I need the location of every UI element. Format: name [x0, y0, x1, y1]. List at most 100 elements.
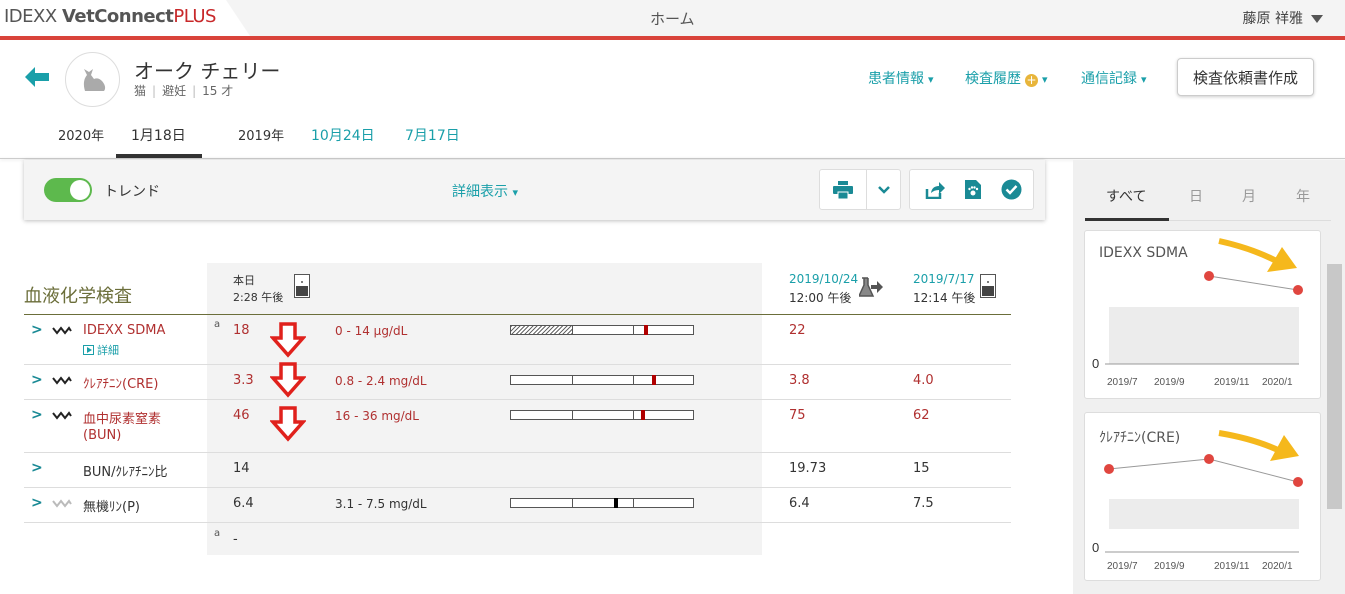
trend-toggle[interactable]	[44, 178, 92, 202]
comms-menu[interactable]: 通信記録 ▾	[1081, 68, 1147, 88]
col2-value: 3.8	[789, 373, 810, 388]
col2-value: 22	[789, 323, 806, 338]
down-arrow-annotation	[270, 406, 306, 442]
detail-link-label: 詳細	[97, 344, 119, 357]
trend-wave-icon[interactable]	[52, 411, 72, 420]
x-tick-label: 2020/1	[1262, 377, 1293, 388]
range-bar	[510, 325, 694, 335]
test-name: BUN/ｸﾚｱﾁﾆﾝ比	[83, 465, 168, 480]
comms-label: 通信記録	[1081, 71, 1137, 87]
x-tick-label: 2019/11	[1214, 377, 1250, 388]
col3-date[interactable]: 2019/7/17	[913, 272, 975, 286]
tab-year[interactable]: 年	[1296, 186, 1310, 206]
detail-view-dropdown[interactable]: 詳細表示 ▾	[452, 181, 518, 201]
col2-value: 19.73	[789, 461, 827, 476]
today-value: 46	[233, 408, 250, 423]
x-tick-label: 2019/11	[1214, 561, 1250, 572]
patient-name: オーク チェリー	[134, 59, 281, 83]
paw-document-icon[interactable]	[954, 169, 992, 210]
trend-wave-icon[interactable]	[52, 499, 72, 508]
sdma-sparkline: 0 2019/7 2019/9 2019/11 2020/1	[1092, 238, 1303, 388]
trend-label: トレンド	[104, 184, 160, 200]
reference-range: 0.8 - 2.4 mg/dL	[335, 374, 427, 388]
patient-info-menu[interactable]: 患者情報 ▾	[868, 68, 934, 88]
check-circle-icon[interactable]	[992, 169, 1030, 210]
x-tick-label: 2019/7	[1107, 377, 1138, 388]
row-divider	[24, 487, 1011, 488]
year-2019-label: 2019年	[238, 129, 285, 144]
col-today-time: 2:28 午後	[233, 291, 284, 304]
share-icon[interactable]	[916, 169, 954, 210]
footnote-marker: a	[214, 528, 221, 539]
history-label: 検査履歴	[965, 71, 1021, 87]
reference-range: 16 - 36 mg/dL	[335, 409, 419, 423]
history-menu[interactable]: 検査履歴 + ▾	[965, 68, 1048, 88]
tab-jan18[interactable]: 1月18日	[131, 125, 186, 145]
normal-range-band	[1109, 307, 1299, 364]
tab-all[interactable]: すべて	[1106, 186, 1146, 206]
chevron-down-icon[interactable]	[866, 169, 900, 210]
separator: |	[152, 84, 157, 98]
value-marker	[644, 325, 648, 335]
range-tick	[572, 376, 573, 384]
col-today-label: 本日	[233, 274, 255, 287]
scrollbar-thumb[interactable]	[1327, 264, 1342, 509]
down-arrow-annotation	[270, 362, 306, 398]
logo[interactable]: IDEXX VetConnectPLUS	[4, 6, 216, 27]
col3-value: 15	[913, 461, 930, 476]
range-hatch	[511, 326, 572, 334]
col2-date[interactable]: 2019/10/24	[789, 272, 858, 286]
today-value: 14	[233, 461, 250, 476]
chevron-right-icon[interactable]: >	[31, 460, 43, 476]
detail-link[interactable]: 詳細	[83, 342, 119, 358]
user-name: 藤原 祥雅	[1242, 11, 1303, 27]
patient-status: 避妊	[162, 84, 187, 98]
trend-card-cre[interactable]: ｸﾚｱﾁﾆﾝ(CRE) 0 2019/7 2019/9 2019/11 2020…	[1084, 412, 1321, 581]
reference-range: 3.1 - 7.5 mg/dL	[335, 497, 427, 511]
chevron-down-icon: ▾	[928, 73, 934, 86]
range-tick	[633, 376, 634, 384]
tab-jul17[interactable]: 7月17日	[405, 125, 460, 145]
trend-card-sdma[interactable]: IDEXX SDMA 0 2019/7 2019/9 2019/11 2020/…	[1084, 230, 1321, 399]
chevron-right-icon[interactable]: >	[31, 407, 43, 423]
trend-line	[1208, 275, 1299, 291]
annotation-arrow	[1218, 430, 1282, 454]
analyzer-icon	[294, 274, 310, 302]
patient-species: 猫	[134, 84, 147, 98]
value-marker	[614, 498, 618, 508]
user-menu[interactable]: 藤原 祥雅	[1243, 8, 1323, 28]
x-tick-label: 2020/1	[1262, 561, 1293, 572]
trend-wave-icon[interactable]	[52, 376, 72, 385]
patient-info: 猫 | 避妊 | 15 才	[134, 82, 233, 99]
tab-month[interactable]: 月	[1242, 186, 1256, 206]
print-button-group	[819, 169, 901, 210]
annotation-arrow	[1218, 238, 1282, 266]
home-link[interactable]: ホーム	[650, 8, 695, 29]
logo-plus: PLUS	[173, 6, 216, 27]
chevron-right-icon[interactable]: >	[31, 322, 43, 338]
chevron-right-icon[interactable]: >	[31, 495, 43, 511]
range-tick	[572, 411, 573, 419]
range-tick	[633, 499, 634, 507]
test-name: 無機ﾘﾝ(P)	[83, 500, 140, 515]
tab-day[interactable]: 日	[1189, 186, 1203, 206]
trend-wave-icon[interactable]	[52, 326, 72, 335]
tab-selected-indicator	[1085, 218, 1169, 221]
x-tick-label: 2019/7	[1107, 561, 1138, 572]
patient-info-label: 患者情報	[868, 71, 924, 87]
data-point	[1293, 285, 1303, 295]
create-request-button[interactable]: 検査依頼書作成	[1177, 58, 1314, 96]
separator: |	[192, 84, 197, 98]
y-zero-label: 0	[1092, 540, 1099, 555]
col2-value: 6.4	[789, 496, 810, 511]
range-tick	[633, 411, 634, 419]
tab-oct24[interactable]: 10月24日	[311, 125, 375, 145]
results-toolbar: トレンド 詳細表示 ▾	[24, 160, 1045, 220]
print-icon[interactable]	[820, 169, 866, 210]
chevron-right-icon[interactable]: >	[31, 372, 43, 388]
col3-value: 62	[913, 408, 930, 423]
x-tick-label: 2019/9	[1154, 377, 1185, 388]
detail-view-label: 詳細表示	[452, 184, 508, 200]
back-arrow-icon[interactable]	[24, 66, 50, 92]
logo-vetconnect: VetConnect	[61, 6, 174, 27]
